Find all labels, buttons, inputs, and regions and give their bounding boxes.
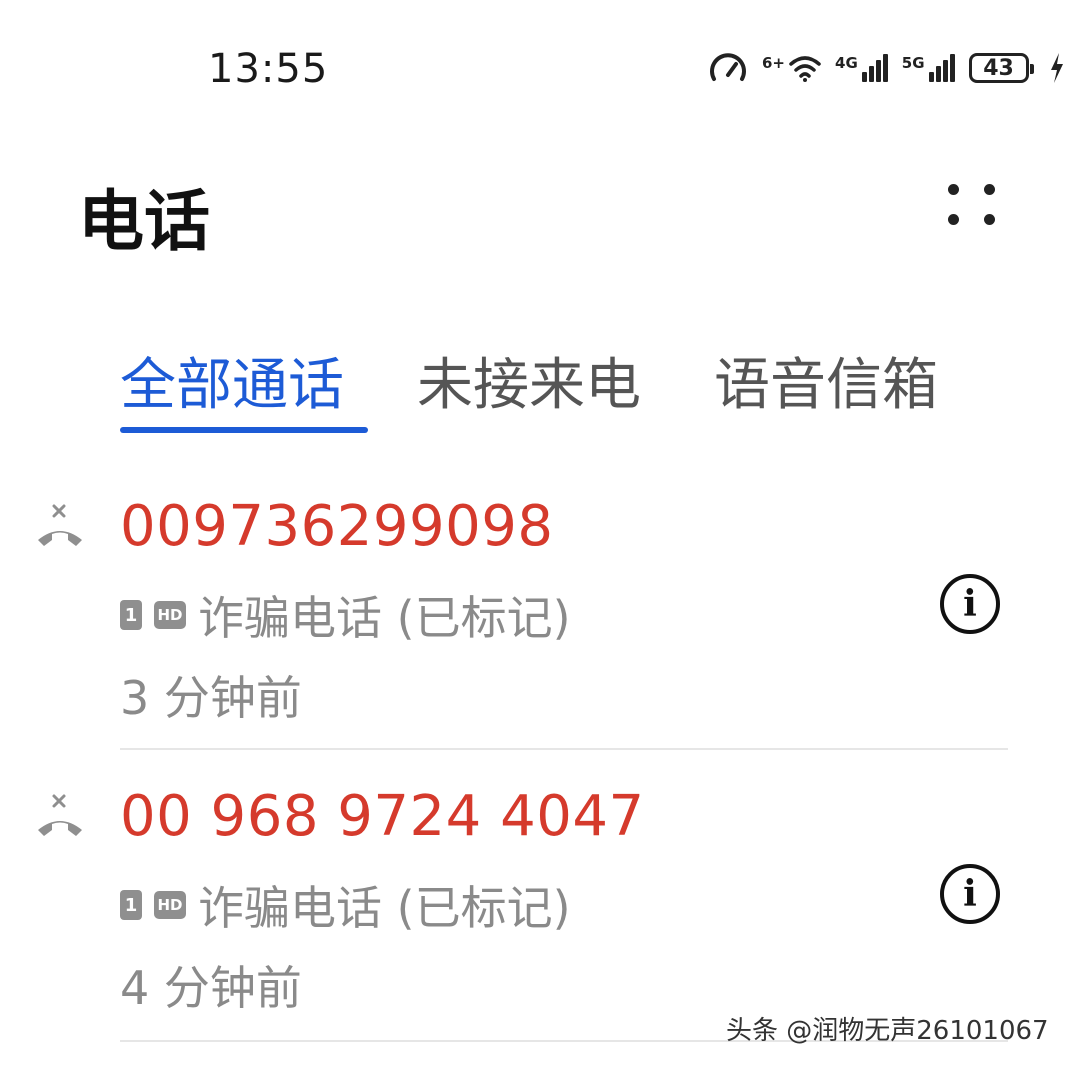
page-title: 电话 [78, 183, 210, 260]
status-time: 13:55 [208, 46, 329, 92]
signal-5g: 5G [902, 54, 955, 82]
wifi-indicator: 6+ [762, 54, 821, 82]
wifi-tag: 6+ [762, 54, 786, 72]
charging-icon [1050, 53, 1063, 83]
tab-indicator [120, 427, 368, 433]
call-time: 4 分钟前 [120, 961, 302, 1015]
call-detail: 1 HD 诈骗电话 (已标记) [120, 582, 571, 648]
hd-badge: HD [154, 601, 186, 629]
signal-5g-tag: 5G [901, 54, 925, 72]
tab-voicemail[interactable]: 语音信箱 [714, 340, 938, 421]
signal-4g-tag: 4G [835, 54, 858, 72]
signal-4g: 4G [835, 54, 888, 82]
missed-call-icon [38, 504, 82, 546]
info-icon[interactable]: i [940, 864, 1000, 924]
call-row[interactable]: 009736299098 1 HD 诈骗电话 (已标记) 3 分钟前 i [0, 490, 1080, 748]
call-tag: 诈骗电话 (已标记) [198, 881, 571, 935]
hd-badge: HD [154, 891, 186, 919]
sim-badge: 1 [120, 600, 142, 630]
sim-badge: 1 [120, 890, 142, 920]
call-row[interactable]: 00 968 9724 4047 1 HD 诈骗电话 (已标记) 4 分钟前 i [0, 780, 1080, 1038]
battery-indicator: 43 [968, 53, 1034, 83]
tab-all-calls[interactable]: 全部通话 [120, 340, 344, 421]
wifi-icon [789, 56, 821, 82]
missed-call-icon [38, 794, 82, 836]
watermark: 头条 @润物无声26101067 [726, 1016, 1049, 1046]
tab-missed-calls[interactable]: 未接来电 [417, 340, 641, 421]
caller-number: 00 968 9724 4047 [120, 784, 645, 849]
divider [120, 748, 1008, 750]
network-speed-icon [710, 53, 746, 81]
info-icon[interactable]: i [940, 574, 1000, 634]
call-tag: 诈骗电话 (已标记) [198, 591, 571, 645]
more-dots-icon[interactable] [944, 180, 1000, 236]
call-time: 3 分钟前 [120, 671, 302, 725]
caller-number: 009736299098 [120, 494, 554, 559]
status-icons: 6+ 4G 5G 43 [708, 46, 1065, 90]
call-detail: 1 HD 诈骗电话 (已标记) [120, 872, 571, 938]
